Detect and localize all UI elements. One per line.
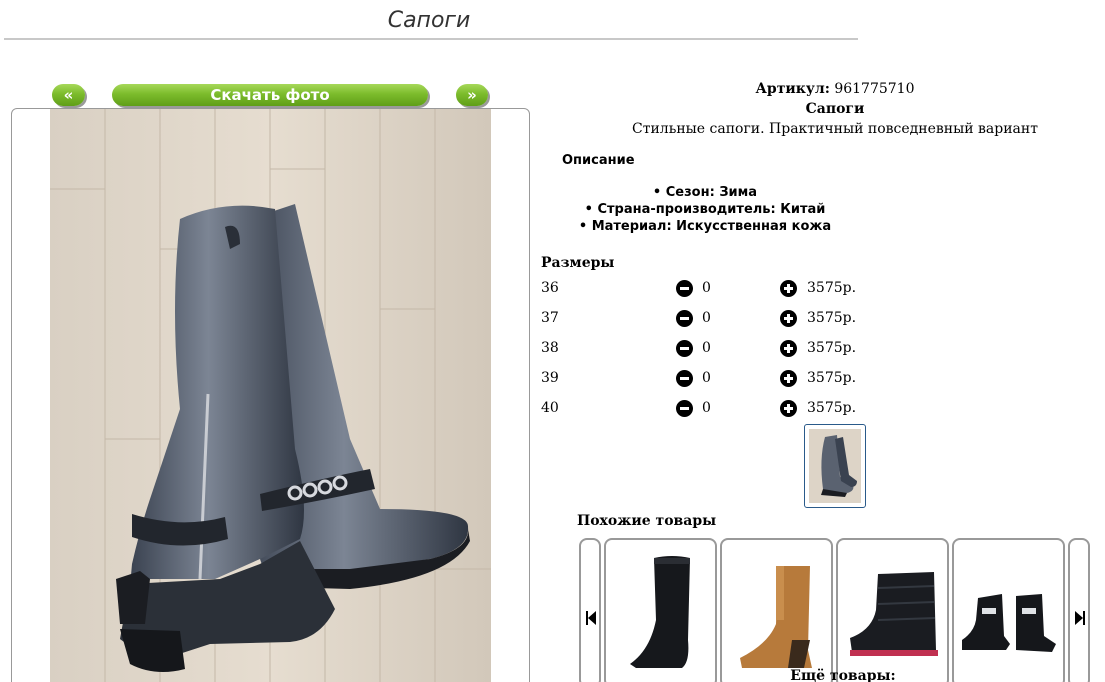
size-price: 3575р. — [807, 280, 857, 296]
size-quantity: 0 — [702, 340, 711, 356]
skip-forward-icon — [1075, 611, 1085, 625]
size-price: 3575р. — [807, 370, 857, 386]
black-leather-boot-icon — [630, 556, 690, 668]
feature-material: Материал: Искусственная кожа — [540, 218, 870, 235]
size-quantity: 0 — [702, 310, 711, 326]
size-row: 37 0 3575р. — [541, 309, 871, 329]
size-value: 39 — [541, 370, 559, 386]
features-list: Сезон: Зима Страна-производитель: Китай … — [540, 184, 870, 235]
minus-icon[interactable] — [676, 340, 693, 357]
boot-thumbnail-icon — [809, 429, 861, 503]
similar-prev-button[interactable] — [579, 538, 601, 682]
size-row: 36 0 3575р. — [541, 279, 871, 299]
sizes-heading: Размеры — [541, 255, 615, 271]
product-short-description: Стильные сапоги. Практичный повседневный… — [632, 121, 1038, 137]
article-line: Артикул: 961775710 — [540, 81, 1105, 97]
plus-icon[interactable] — [780, 400, 797, 417]
size-quantity: 0 — [702, 370, 711, 386]
more-products-heading: Ещё товары: — [790, 668, 896, 682]
feature-season: Сезон: Зима — [540, 184, 870, 201]
size-price: 3575р. — [807, 400, 857, 416]
plus-icon[interactable] — [780, 310, 797, 327]
size-row: 40 0 3575р. — [541, 399, 871, 419]
black-quilted-boot-icon — [850, 572, 938, 656]
similar-product-card[interactable] — [604, 538, 717, 682]
similar-products-heading: Похожие товары — [577, 513, 717, 529]
similar-next-button[interactable] — [1068, 538, 1090, 682]
similar-product-card[interactable] — [952, 538, 1065, 682]
size-quantity: 0 — [702, 400, 711, 416]
download-photo-button[interactable]: Скачать фото — [112, 84, 428, 106]
page-title: Сапоги — [387, 8, 471, 33]
black-kids-boots-icon — [962, 594, 1056, 652]
skip-back-icon — [586, 611, 596, 625]
photo-thumbnail[interactable] — [804, 424, 866, 508]
product-photo[interactable] — [50, 109, 491, 682]
product-photo-frame — [11, 108, 530, 682]
minus-icon[interactable] — [676, 400, 693, 417]
next-photo-button[interactable]: » — [456, 84, 488, 106]
size-price: 3575р. — [807, 340, 857, 356]
similar-product-card[interactable] — [836, 538, 949, 682]
size-value: 37 — [541, 310, 559, 326]
size-value: 38 — [541, 340, 559, 356]
size-value: 40 — [541, 400, 559, 416]
size-row: 38 0 3575р. — [541, 339, 871, 359]
size-quantity: 0 — [702, 280, 711, 296]
similar-product-card[interactable] — [720, 538, 833, 682]
plus-icon[interactable] — [780, 340, 797, 357]
minus-icon[interactable] — [676, 370, 693, 387]
plus-icon[interactable] — [780, 370, 797, 387]
size-row: 39 0 3575р. — [541, 369, 871, 389]
prev-photo-button[interactable]: « — [52, 84, 85, 106]
article-label: Артикул: — [755, 81, 830, 97]
product-name: Сапоги — [805, 101, 865, 117]
minus-icon[interactable] — [676, 280, 693, 297]
article-value: 961775710 — [834, 81, 915, 97]
minus-icon[interactable] — [676, 310, 693, 327]
feature-country: Страна-производитель: Китай — [540, 201, 870, 218]
title-divider — [4, 38, 858, 40]
tan-leather-boot-icon — [740, 566, 812, 668]
description-heading: Описание — [562, 153, 635, 168]
plus-icon[interactable] — [780, 280, 797, 297]
size-value: 36 — [541, 280, 559, 296]
size-price: 3575р. — [807, 310, 857, 326]
